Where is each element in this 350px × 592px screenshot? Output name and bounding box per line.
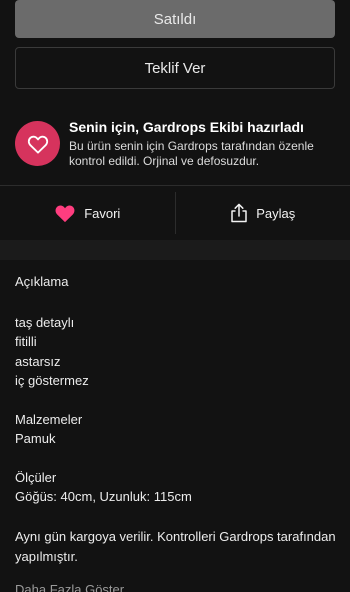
favorite-label: Favori — [84, 205, 121, 221]
material-value: Pamuk — [15, 431, 56, 446]
tag-line: taş detaylı — [15, 314, 75, 330]
tag-line: iç göstermez — [15, 373, 89, 388]
show-more-link[interactable]: Daha Fazla Göster — [15, 582, 124, 592]
make-offer-button[interactable]: Teklif Ver — [15, 47, 335, 89]
heart-outline-icon — [15, 121, 60, 166]
share-button[interactable]: Paylaş — [176, 186, 350, 240]
description-tags: taş detaylı fitilli astarsız iç gösterme… — [15, 313, 340, 391]
tag-line: astarsız — [15, 353, 61, 369]
share-icon — [230, 203, 248, 223]
section-separator — [0, 240, 350, 260]
action-bar: Favori Paylaş — [0, 186, 350, 240]
sold-button[interactable]: Satıldı — [15, 0, 335, 38]
favorite-button[interactable]: Favori — [0, 186, 175, 240]
material-heading: Malzemeler — [15, 411, 83, 427]
curated-by-gardrops-banner: Senin için, Gardrops Ekibi hazırladı Bu … — [15, 118, 345, 170]
size-block: Ölçüler Göğüs: 40cm, Uzunluk: 115cm — [15, 468, 340, 507]
material-block: Malzemeler Pamuk — [15, 410, 340, 449]
curated-description: Bu ürün senin için Gardrops tarafından ö… — [69, 139, 314, 168]
description-section: Açıklama taş detaylı fitilli astarsız iç… — [15, 272, 340, 567]
heart-filled-icon — [54, 203, 76, 223]
tag-line: fitilli — [15, 334, 37, 349]
curated-title: Senin için, Gardrops Ekibi hazırladı — [69, 119, 304, 135]
shipping-note: Aynı gün kargoya verilir. Kontrolleri Ga… — [15, 528, 336, 564]
size-value: Göğüs: 40cm, Uzunluk: 115cm — [15, 489, 192, 504]
size-heading: Ölçüler — [15, 469, 57, 485]
description-heading: Açıklama — [15, 274, 69, 289]
share-label: Paylaş — [256, 205, 296, 221]
